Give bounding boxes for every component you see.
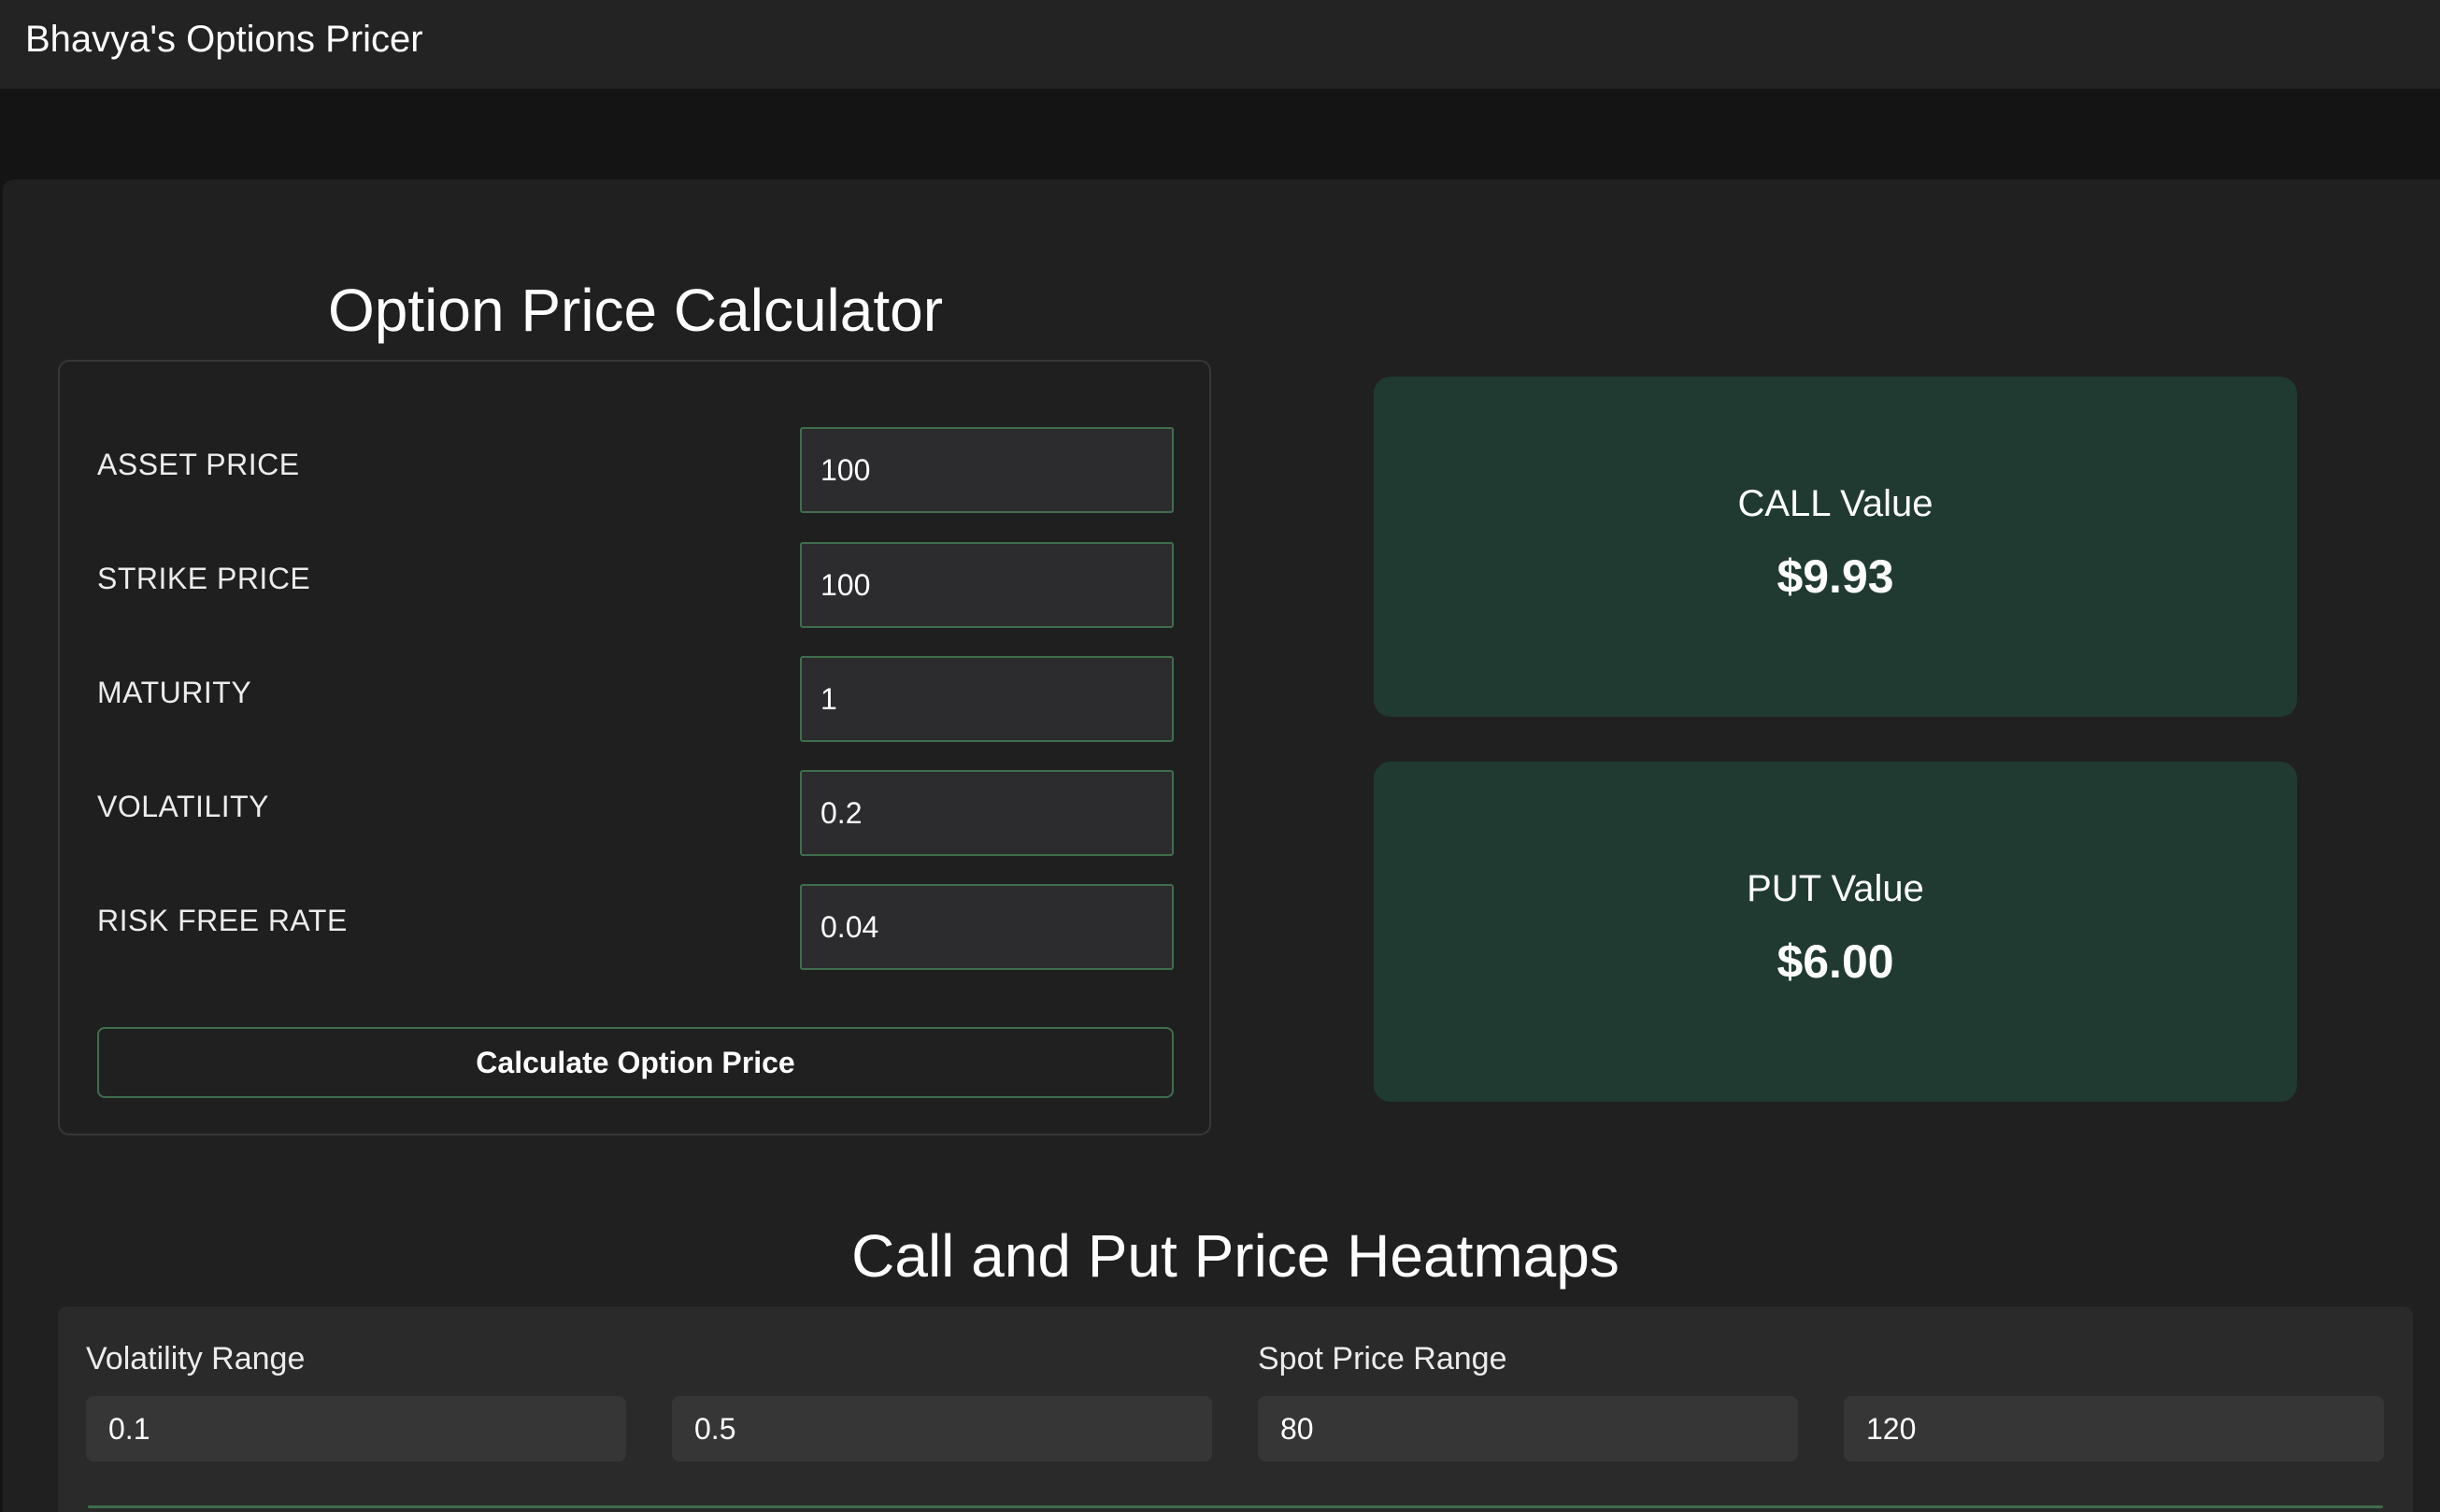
volatility-range-label: Volatility Range	[86, 1341, 306, 1376]
risk-free-rate-input[interactable]	[800, 884, 1174, 970]
heatmaps-title: Call and Put Price Heatmaps	[851, 1222, 1620, 1290]
calculator-title: Option Price Calculator	[327, 277, 944, 344]
app-title: Bhavya's Options Pricer	[25, 19, 423, 60]
strike-price-input[interactable]	[800, 542, 1174, 628]
spot-price-range-max-input[interactable]	[1844, 1396, 2384, 1462]
calculate-option-price-button[interactable]: Calculate Option Price	[97, 1027, 1174, 1098]
heatmap-button-edge[interactable]	[88, 1505, 2383, 1508]
volatility-range-min-input[interactable]	[86, 1396, 626, 1462]
strike-price-label: STRIKE PRICE	[97, 562, 311, 595]
risk-free-rate-label: RISK FREE RATE	[97, 904, 348, 937]
spot-price-range-label: Spot Price Range	[1258, 1341, 1507, 1376]
asset-price-label: ASSET PRICE	[97, 448, 300, 481]
call-value-card: CALL Value $9.93	[1374, 377, 2297, 717]
asset-price-input[interactable]	[800, 427, 1174, 513]
volatility-label: VOLATILITY	[97, 790, 270, 823]
put-value-card: PUT Value $6.00	[1374, 762, 2297, 1102]
volatility-range-max-input[interactable]	[672, 1396, 1212, 1462]
top-bar: Bhavya's Options Pricer	[0, 0, 2440, 89]
volatility-input[interactable]	[800, 770, 1174, 856]
call-value-amount: $9.93	[1776, 550, 1894, 603]
maturity-label: MATURITY	[97, 676, 252, 709]
spot-price-range-min-input[interactable]	[1258, 1396, 1798, 1462]
maturity-input[interactable]	[800, 656, 1174, 742]
put-value-amount: $6.00	[1776, 935, 1894, 988]
put-value-label: PUT Value	[1747, 868, 1924, 909]
call-value-label: CALL Value	[1737, 483, 1933, 524]
